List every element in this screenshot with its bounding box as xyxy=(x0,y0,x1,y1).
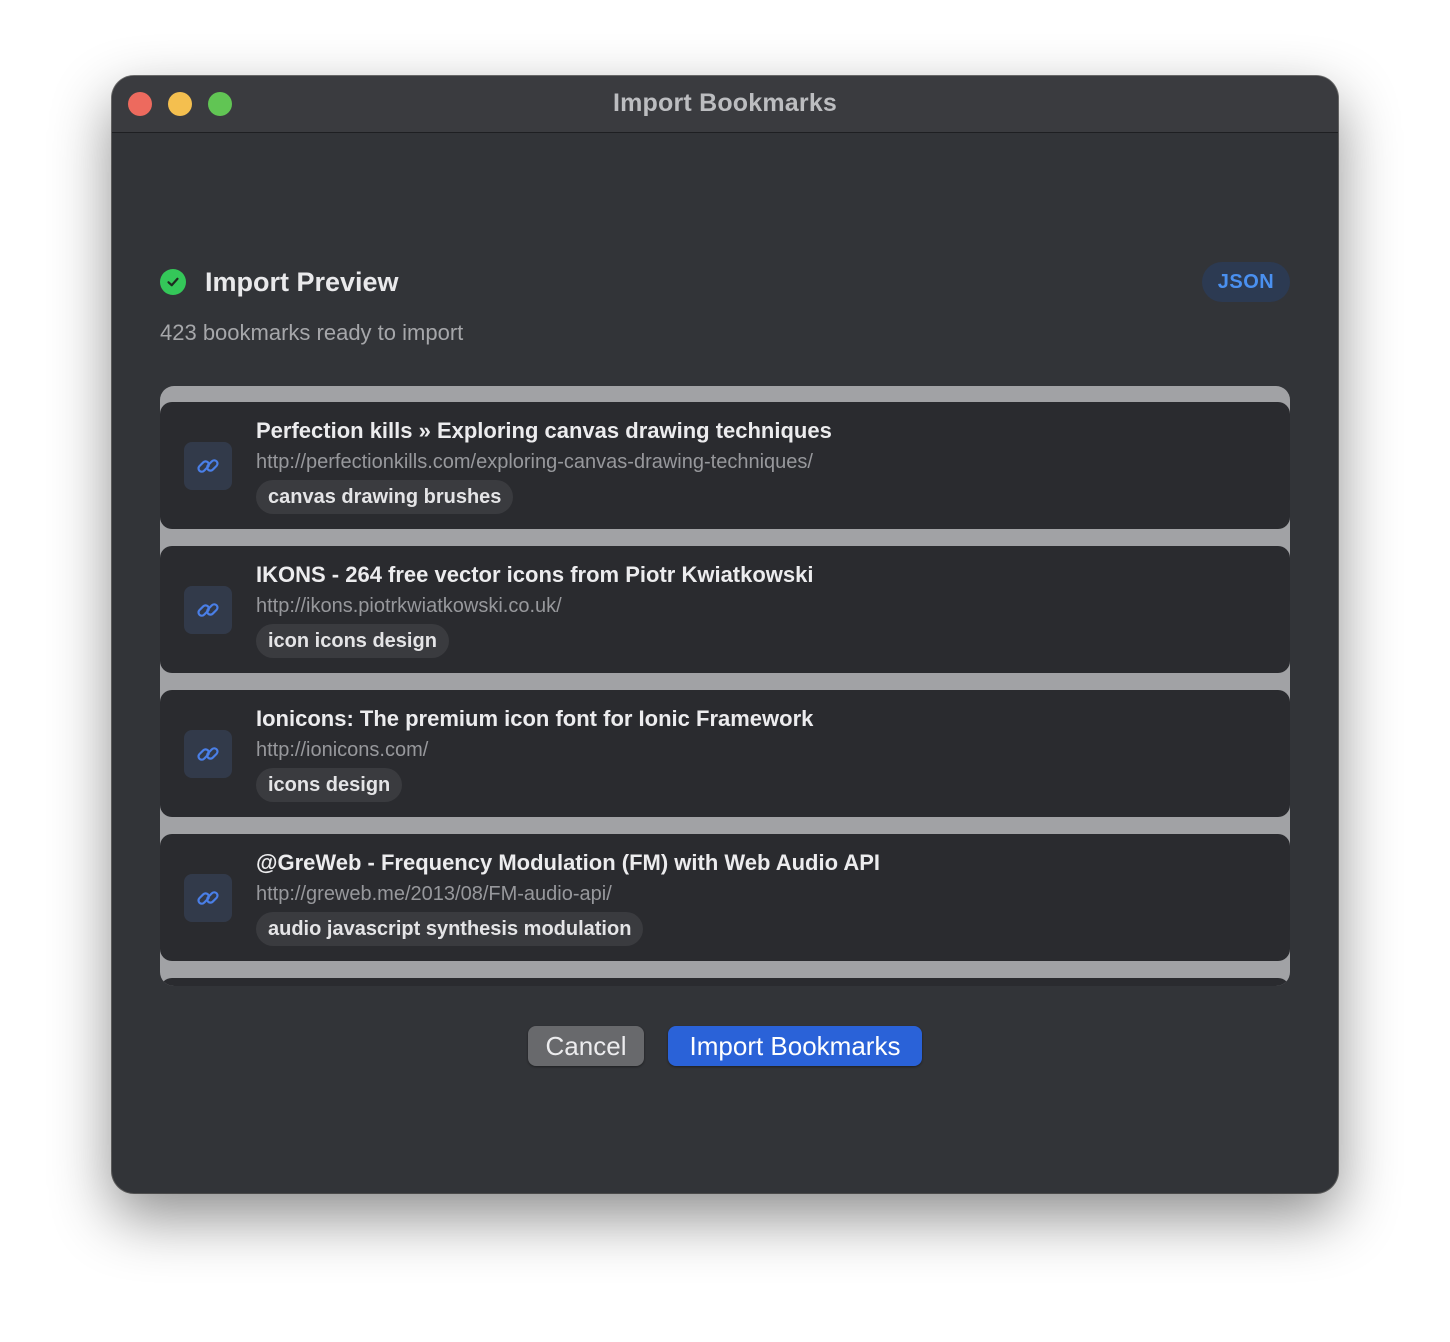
import-preview-title: Import Preview xyxy=(205,266,399,297)
bookmark-title: Perfection kills » Exploring canvas draw… xyxy=(256,418,832,443)
bookmark-row: IKONS - 264 free vector icons from Piotr… xyxy=(160,546,1290,673)
bookmark-tags: canvas drawing brushes xyxy=(256,480,514,514)
bookmark-row: Perfection kills » Exploring canvas draw… xyxy=(160,402,1290,529)
bookmark-row-partial xyxy=(160,978,1290,986)
bookmark-tags: icons design xyxy=(256,768,403,802)
checkmark-circle-icon xyxy=(160,269,186,295)
bookmark-preview-list[interactable]: Perfection kills » Exploring canvas draw… xyxy=(160,386,1290,986)
bookmark-title: IKONS - 264 free vector icons from Piotr… xyxy=(256,562,814,587)
bookmark-url: http://ionicons.com/ xyxy=(256,739,429,761)
link-icon xyxy=(184,586,232,634)
bookmark-row: @GreWeb - Frequency Modulation (FM) with… xyxy=(160,834,1290,961)
bookmark-tags: icon icons design xyxy=(256,624,449,658)
bookmark-row: Ionicons: The premium icon font for Ioni… xyxy=(160,690,1290,817)
window-title: Import Bookmarks xyxy=(612,89,838,117)
import-bookmarks-window: Import Bookmarks Import Preview JSON 423… xyxy=(112,76,1338,1193)
import-preview-header: Import Preview xyxy=(160,264,399,300)
bookmark-title: @GreWeb - Frequency Modulation (FM) with… xyxy=(256,850,880,875)
bookmark-url: http://perfectionkills.com/exploring-can… xyxy=(256,451,813,473)
link-icon xyxy=(184,442,232,490)
bookmark-url: http://greweb.me/2013/08/FM-audio-api/ xyxy=(256,883,612,905)
bookmark-tags: audio javascript synthesis modulation xyxy=(256,912,644,946)
link-icon xyxy=(184,874,232,922)
cancel-button[interactable]: Cancel xyxy=(528,1026,644,1066)
format-badge: JSON xyxy=(1202,262,1290,302)
link-icon xyxy=(184,730,232,778)
bookmark-title: Ionicons: The premium icon font for Ioni… xyxy=(256,706,814,731)
bookmark-url: http://ikons.piotrkwiatkowski.co.uk/ xyxy=(256,595,562,617)
title-bar: Import Bookmarks xyxy=(112,76,1338,133)
bookmark-count-summary: 423 bookmarks ready to import xyxy=(160,320,464,345)
import-bookmarks-button[interactable]: Import Bookmarks xyxy=(668,1026,922,1066)
